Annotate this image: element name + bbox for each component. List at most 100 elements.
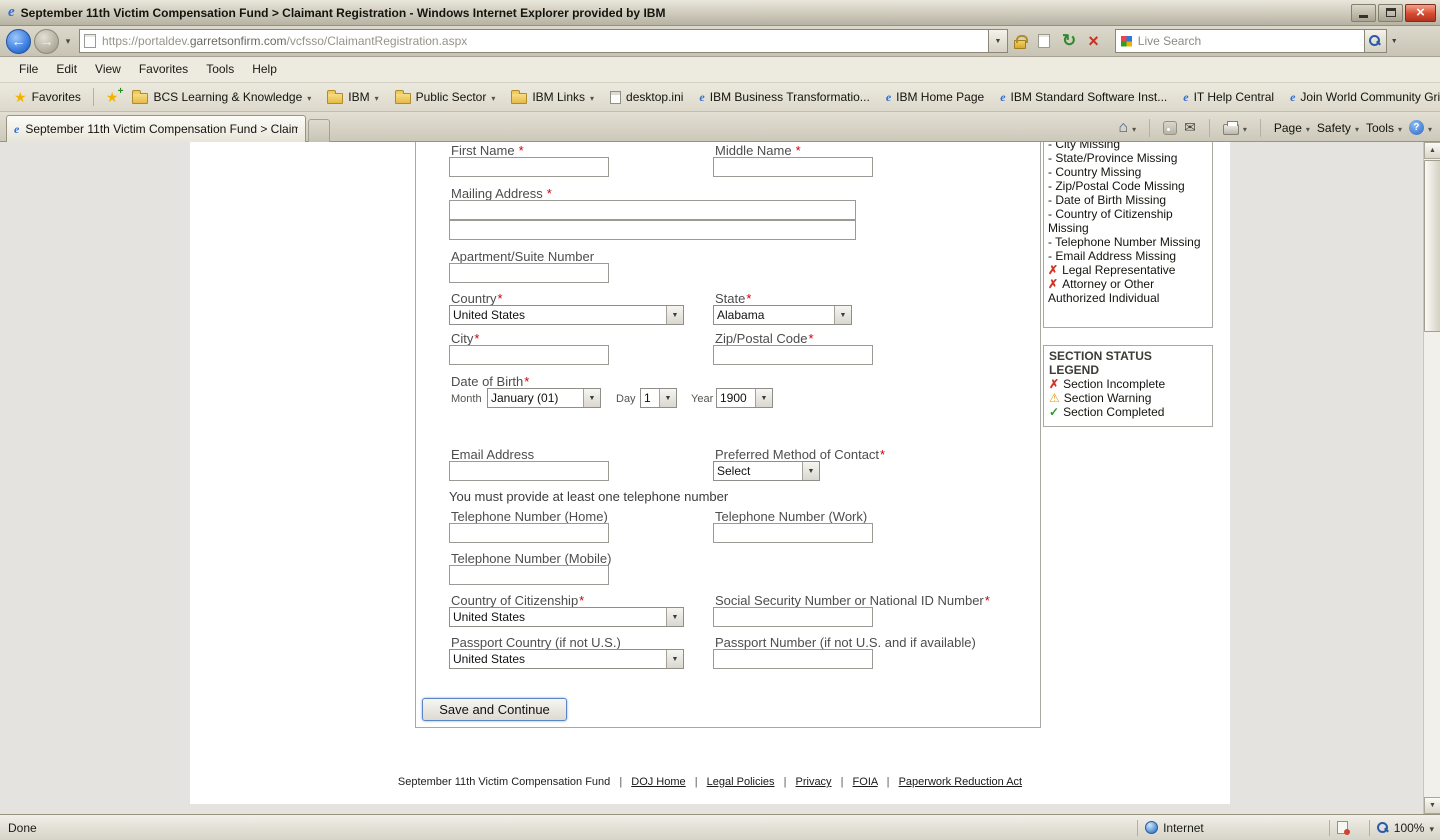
phone-home-input[interactable] bbox=[449, 523, 609, 543]
passport-number-input[interactable] bbox=[713, 649, 873, 669]
dropdown-arrow-icon[interactable] bbox=[666, 306, 683, 324]
back-button[interactable] bbox=[6, 29, 31, 54]
refresh-button[interactable] bbox=[1056, 29, 1082, 53]
new-tab-button[interactable] bbox=[308, 119, 330, 142]
claimant-registration-form: First Name* Middle Name* Mailing Address… bbox=[415, 142, 1041, 728]
search-input[interactable]: Live Search bbox=[1115, 29, 1365, 53]
favorites-button[interactable]: Favorites bbox=[8, 89, 87, 106]
security-lock-button[interactable] bbox=[1008, 29, 1032, 53]
page-footer: September 11th Victim Compensation Fund … bbox=[190, 776, 1230, 788]
add-to-favorites-button[interactable] bbox=[106, 89, 119, 106]
search-dropdown-caret[interactable] bbox=[1387, 29, 1402, 53]
favorites-item-ibm-business-transformation[interactable]: IBM Business Transformatio... bbox=[691, 90, 877, 105]
dropdown-arrow-icon[interactable] bbox=[659, 389, 676, 407]
maximize-button[interactable] bbox=[1378, 4, 1403, 22]
mailing-address-line2-input[interactable] bbox=[449, 220, 856, 240]
footer-link-doj-home[interactable]: DOJ Home bbox=[631, 776, 685, 788]
save-and-continue-button[interactable]: Save and Continue bbox=[422, 698, 567, 721]
dropdown-arrow-icon[interactable] bbox=[802, 462, 819, 480]
favorites-item-ibm-home-page[interactable]: IBM Home Page bbox=[878, 90, 992, 105]
missing-items-list: - City Missing - State/Province Missing … bbox=[1048, 142, 1208, 305]
mailing-address-line1-input[interactable] bbox=[449, 200, 856, 220]
menu-favorites[interactable]: Favorites bbox=[130, 57, 197, 82]
dropdown-arrow-icon[interactable] bbox=[834, 306, 851, 324]
city-input[interactable] bbox=[449, 345, 609, 365]
favorites-item-public-sector[interactable]: Public Sector bbox=[387, 90, 504, 104]
favorites-item-ibm[interactable]: IBM bbox=[319, 90, 386, 104]
dropdown-arrow-icon[interactable] bbox=[666, 650, 683, 668]
required-marker: * bbox=[880, 447, 885, 462]
ie-logo-icon bbox=[8, 4, 15, 21]
footer-link-paperwork-reduction-act[interactable]: Paperwork Reduction Act bbox=[899, 776, 1023, 788]
footer-link-privacy[interactable]: Privacy bbox=[796, 776, 832, 788]
scroll-down-button[interactable] bbox=[1424, 797, 1440, 814]
compatibility-view-button[interactable] bbox=[1032, 29, 1056, 53]
print-button[interactable] bbox=[1223, 120, 1247, 135]
dropdown-arrow-icon[interactable] bbox=[755, 389, 772, 407]
status-bar: Done Internet 100% bbox=[0, 814, 1440, 840]
email-input[interactable] bbox=[449, 461, 609, 481]
favorites-item-world-community-grid[interactable]: Join World Community Grid bbox=[1282, 90, 1440, 105]
menu-file[interactable]: File bbox=[10, 57, 47, 82]
phone-work-input[interactable] bbox=[713, 523, 873, 543]
citizenship-select[interactable]: United States bbox=[449, 607, 684, 627]
feeds-button[interactable] bbox=[1163, 121, 1177, 135]
tab-claimant-registration[interactable]: September 11th Victim Compensation Fund … bbox=[6, 115, 306, 142]
middle-name-input[interactable] bbox=[713, 157, 873, 177]
menu-view[interactable]: View bbox=[86, 57, 130, 82]
status-item: - State/Province Missing bbox=[1048, 151, 1208, 165]
vertical-scrollbar[interactable] bbox=[1423, 142, 1440, 814]
read-mail-button[interactable] bbox=[1184, 119, 1196, 136]
home-button[interactable] bbox=[1118, 119, 1136, 137]
apartment-suite-input[interactable] bbox=[449, 263, 609, 283]
country-select[interactable]: United States bbox=[449, 305, 684, 325]
scroll-up-button[interactable] bbox=[1424, 142, 1440, 159]
favorites-item-ibm-standard-software[interactable]: IBM Standard Software Inst... bbox=[992, 90, 1175, 105]
preferred-contact-select[interactable]: Select bbox=[713, 461, 820, 481]
dob-month-select[interactable]: January (01) bbox=[487, 388, 601, 408]
dob-day-select[interactable]: 1 bbox=[640, 388, 677, 408]
favorites-item-desktop-ini[interactable]: desktop.ini bbox=[602, 90, 691, 104]
tools-menu-button[interactable]: Tools bbox=[1366, 121, 1402, 135]
zoom-level[interactable]: 100% bbox=[1394, 821, 1425, 835]
menu-tools[interactable]: Tools bbox=[197, 57, 243, 82]
url-text: https://portaldev.garretsonfirm.com/vcfs… bbox=[102, 34, 467, 48]
section-status-legend: SECTION STATUS LEGEND Section Incomplete… bbox=[1043, 345, 1213, 427]
dob-year-select[interactable]: 1900 bbox=[716, 388, 773, 408]
state-select[interactable]: Alabama bbox=[713, 305, 852, 325]
live-search-logo-icon bbox=[1121, 36, 1132, 47]
search-button[interactable] bbox=[1365, 29, 1387, 53]
status-item: - Telephone Number Missing bbox=[1048, 235, 1208, 249]
phone-mobile-input[interactable] bbox=[449, 565, 609, 585]
page-menu-button[interactable]: Page bbox=[1274, 121, 1310, 135]
favorites-item-ibm-links[interactable]: IBM Links bbox=[503, 90, 602, 104]
scrollbar-thumb[interactable] bbox=[1424, 160, 1440, 332]
favorites-item-bcs[interactable]: BCS Learning & Knowledge bbox=[124, 90, 319, 104]
address-dropdown-button[interactable] bbox=[989, 29, 1008, 53]
day-label: Day bbox=[616, 393, 636, 405]
folder-icon bbox=[132, 93, 148, 104]
dropdown-arrow-icon[interactable] bbox=[583, 389, 600, 407]
first-name-input[interactable] bbox=[449, 157, 609, 177]
footer-link-foia[interactable]: FOIA bbox=[853, 776, 878, 788]
help-button[interactable] bbox=[1409, 120, 1432, 135]
zoom-icon[interactable] bbox=[1377, 822, 1389, 834]
ssn-input[interactable] bbox=[713, 607, 873, 627]
zoom-dropdown-caret[interactable] bbox=[1429, 821, 1434, 835]
passport-country-select[interactable]: United States bbox=[449, 649, 684, 669]
menu-edit[interactable]: Edit bbox=[47, 57, 86, 82]
dropdown-arrow-icon[interactable] bbox=[666, 608, 683, 626]
favorites-item-it-help-central[interactable]: IT Help Central bbox=[1175, 90, 1282, 105]
safety-menu-button[interactable]: Safety bbox=[1317, 121, 1359, 135]
zip-input[interactable] bbox=[713, 345, 873, 365]
address-bar[interactable]: https://portaldev.garretsonfirm.com/vcfs… bbox=[79, 29, 989, 53]
city-label: City* bbox=[451, 331, 479, 346]
close-button[interactable] bbox=[1405, 4, 1436, 22]
history-dropdown-caret[interactable] bbox=[61, 30, 75, 52]
smartscreen-icon[interactable] bbox=[1337, 821, 1348, 834]
stop-button[interactable] bbox=[1082, 29, 1105, 53]
forward-button[interactable] bbox=[34, 29, 59, 54]
minimize-button[interactable] bbox=[1351, 4, 1376, 22]
menu-help[interactable]: Help bbox=[243, 57, 286, 82]
footer-link-legal-policies[interactable]: Legal Policies bbox=[707, 776, 775, 788]
